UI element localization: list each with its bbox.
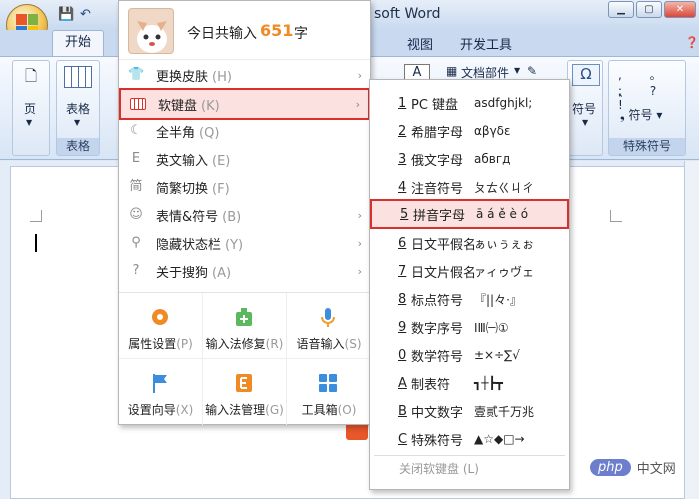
menu-item-simplified-traditional[interactable]: 简 简繁切换 (F) <box>119 173 370 201</box>
softkb-item[interactable]: B 中文数字 壹贰千万兆 <box>370 397 569 425</box>
watermark-text: 中文网 <box>636 461 676 477</box>
softkb-item-pinyin[interactable]: 5 拼音字母 ā á ě è ó <box>370 199 569 229</box>
softkb-item[interactable]: 4 注音符号 ㄆㄊㄍㄐㄔ <box>370 173 569 201</box>
microphone-icon <box>321 308 335 327</box>
menu-item-about[interactable]: ? 关于搜狗 (A) › <box>119 257 370 285</box>
hide-icon: ⚲ <box>131 235 141 250</box>
softkb-item[interactable]: 0 数学符号 ±×÷∑√ <box>370 341 569 369</box>
omega-icon: Ω <box>572 64 600 86</box>
softkb-item[interactable]: C 特殊符号 ▲☆◆□→ <box>370 425 569 453</box>
chevron-right-icon: › <box>357 236 362 250</box>
undo-icon[interactable]: ↶ <box>80 7 91 22</box>
softkb-item[interactable]: 8 标点符号 『||々·』 <box>370 285 569 313</box>
minimize-button[interactable]: ▁ <box>608 1 634 18</box>
menu-item-skin[interactable]: 👕 更换皮肤 (H) › <box>119 61 370 89</box>
signature-icon[interactable]: ✎ <box>527 64 537 78</box>
close-soft-keyboard[interactable]: 关闭软键盘 (L) <box>399 460 479 477</box>
softkb-item[interactable]: 7 日文片假名 ァィゥヴェ <box>370 257 569 285</box>
group-label-special: 特殊符号 <box>609 138 685 155</box>
shirt-icon: 👕 <box>128 67 145 82</box>
input-count-value: 651 <box>260 21 294 40</box>
menu-separator <box>374 455 565 456</box>
tile-toolbox[interactable]: 工具箱(O) <box>287 359 371 425</box>
page-button[interactable]: 页 <box>24 100 36 117</box>
ime-menu: 今日共输入 651 字 👕 更换皮肤 (H) › 软键盘 (K) › ☾ 全半角 (Q… <box>118 0 371 425</box>
menu-item-full-half[interactable]: ☾ 全半角 (Q) <box>119 117 370 145</box>
softkb-item[interactable]: 3 俄文字母 абвгд <box>370 145 569 173</box>
chevron-right-icon: › <box>357 208 362 222</box>
chevron-right-icon: › <box>357 264 362 278</box>
soft-keyboard-submenu: 1 PC 键盘 asdfghjkl; 2 希腊字母 αβγδε 3 俄文字母 абвгд 4… <box>369 79 570 490</box>
settings-gear-icon <box>152 309 168 325</box>
docparts-icon: ▦ <box>446 64 458 78</box>
margin-corner <box>610 210 622 222</box>
vertical-scrollbar[interactable] <box>684 161 699 499</box>
simplified-icon: 简 <box>129 179 143 194</box>
watermark: php 中文网 <box>590 455 694 479</box>
chevron-down-icon: ▼ <box>582 118 589 127</box>
window-title: soft Word <box>374 6 441 22</box>
text-cursor <box>35 234 37 252</box>
softkb-item[interactable]: 6 日文平假名 ぁぃぅぇぉ <box>370 229 569 257</box>
page-icon: 🗋 <box>25 67 38 85</box>
softkb-item[interactable]: 2 希腊字母 αβγδε <box>370 117 569 145</box>
watermark-logo: php <box>590 458 631 476</box>
toolbox-icon <box>319 374 337 392</box>
menu-item-soft-keyboard[interactable]: 软键盘 (K) › <box>119 88 370 120</box>
menu-item-emoji-symbols[interactable]: ☺ 表情&符号 (B) › <box>119 201 370 229</box>
menu-item-hide-statusbar[interactable]: ⚲ 隐藏状态栏 (Y) › <box>119 229 370 257</box>
tab-home[interactable]: 开始 <box>52 30 104 56</box>
help-icon: ? <box>132 263 140 278</box>
chevron-right-icon: › <box>355 97 360 111</box>
close-button[interactable]: ✕ <box>664 1 696 18</box>
keyboard-icon <box>130 98 146 110</box>
avatar <box>128 8 174 54</box>
repair-icon <box>236 308 252 326</box>
input-count-label: 今日共输入 <box>187 26 257 42</box>
input-count-unit: 字 <box>294 26 308 42</box>
menu-item-english[interactable]: E 英文输入 (E) <box>119 145 370 173</box>
chevron-right-icon: › <box>357 68 362 82</box>
help-icon[interactable]: ❓ <box>685 36 699 49</box>
softkb-item[interactable]: 9 数字序号 ⅠⅢ㈠① <box>370 313 569 341</box>
tile-voice-input[interactable]: 语音输入(S) <box>287 293 371 359</box>
table-button[interactable]: 表格 <box>66 100 90 117</box>
chevron-down-icon: ▼ <box>514 66 521 75</box>
softkb-item[interactable]: A 制表符 ┓┼┣┳ <box>370 369 569 397</box>
tile-properties[interactable]: 属性设置(P) <box>119 293 203 359</box>
chevron-down-icon: ▼ <box>74 118 81 127</box>
tile-ime-repair[interactable]: 输入法修复(R) <box>203 293 287 359</box>
group-label-table: 表格 <box>57 138 99 155</box>
chevron-down-icon: ▼ <box>26 118 33 127</box>
symbol-dropdown[interactable]: ❟ 符号 ▾ <box>620 106 662 123</box>
symbol-numbering[interactable]: 符号 <box>572 100 596 117</box>
maximize-button[interactable]: ▢ <box>636 1 662 18</box>
moon-icon: ☾ <box>130 123 142 138</box>
margin-corner <box>30 210 42 222</box>
flag-icon <box>153 374 167 393</box>
save-icon[interactable]: 💾 <box>58 7 74 22</box>
tab-view[interactable]: 视图 <box>407 34 433 53</box>
tool-tiles: 属性设置(P) 输入法修复(R) 语音输入(S) 设置向导(X) 输入法管理(G… <box>119 292 371 425</box>
tile-setup-wizard[interactable]: 设置向导(X) <box>119 359 203 425</box>
tab-developer[interactable]: 开发工具 <box>460 34 512 53</box>
english-icon: E <box>131 151 141 166</box>
softkb-item[interactable]: 1 PC 键盘 asdfghjkl; <box>370 89 569 117</box>
table-icon <box>64 66 92 88</box>
manage-icon <box>236 374 252 392</box>
tile-ime-manager[interactable]: 输入法管理(G) <box>203 359 287 425</box>
smiley-icon: ☺ <box>129 207 143 222</box>
ime-header: 今日共输入 651 字 <box>119 1 370 60</box>
